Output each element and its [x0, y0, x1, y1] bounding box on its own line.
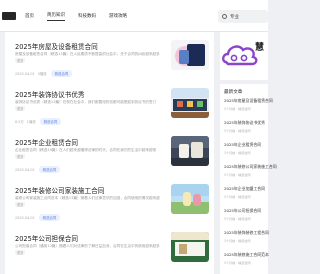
- sidebar-item-title[interactable]: 2025年装修公司家装施工合同: [224, 164, 277, 170]
- main-nav: 首页 简历知识 科技数码 游戏攻略: [25, 0, 140, 32]
- nav-item-resume[interactable]: 简历知识: [47, 12, 65, 21]
- sidebar-item-title[interactable]: 2025年装饰协议书优秀: [224, 120, 272, 126]
- sidebar-item-meta: 3个月前 · 精选合同: [224, 173, 251, 177]
- article-title[interactable]: 2025年企业租赁合同: [15, 137, 78, 147]
- sidebar-item[interactable]: 2025年装饰协议书优秀 3个月前 · 精选合同: [224, 120, 272, 133]
- sidebar-item[interactable]: 2025年装饰装修工程合同 3个月前 · 精选合同: [224, 230, 272, 243]
- article-views: 3播放: [37, 72, 47, 76]
- article-meta: 2025-04-01 精选合同: [15, 214, 61, 221]
- article-date: 8.5万: [15, 120, 24, 124]
- nav-item-tech[interactable]: 科技数码: [78, 13, 96, 19]
- article-card[interactable]: 2025年装饰协议书优秀 装饰协议书优秀（精选13篇）在现在社会中，我们都要用的…: [5, 80, 214, 128]
- article-tag[interactable]: 精选合同: [38, 166, 61, 173]
- article-title[interactable]: 2025年装修公司家装施工合同: [15, 185, 104, 195]
- article-tag[interactable]: 精选合同: [39, 118, 62, 125]
- sidebar-item-title[interactable]: 2025年企业租赁合同: [224, 142, 272, 148]
- article-card[interactable]: 2025年房屋及设备租赁合同 房屋及设备租赁合同（精选13篇）在人民素质不断提高…: [5, 32, 214, 80]
- sidebar-item[interactable]: 2025年房屋及设备租赁合同 3个月前 · 精选合同: [224, 98, 273, 111]
- article-tag[interactable]: 精选合同: [38, 214, 61, 221]
- article-title[interactable]: 2025年房屋及设备租赁合同: [15, 41, 98, 51]
- article-summary: 企业租赁合同（精选19篇）在人们越来越懂得法律的时代，合同在我们的生活中越来越常: [15, 148, 157, 152]
- sidebar-item-meta: 3个月前 · 精选合同: [224, 261, 251, 265]
- search-box[interactable]: 专业: [218, 10, 268, 23]
- article-views: 1播放: [26, 120, 36, 124]
- sidebar-item-title[interactable]: 2025年装饰装修工程合同: [224, 230, 272, 236]
- article-card[interactable]: 2025年企业租赁合同 企业租赁合同（精选19篇）在人们越来越懂得法律的时代，合…: [5, 128, 214, 176]
- sidebar-item-meta: 3个月前 · 精选合同: [224, 129, 251, 133]
- article-title[interactable]: 2025年装饰协议书优秀: [15, 89, 85, 99]
- more-chip[interactable]: 更多: [15, 202, 26, 207]
- sidebar-item-title[interactable]: 2025年房屋及设备租赁合同: [224, 98, 273, 104]
- sidebar-item-title[interactable]: 2025年企业加盟工合同: [224, 186, 272, 192]
- sidebar-item-title[interactable]: 2025年装修施工合同范本: [224, 252, 272, 258]
- article-thumbnail[interactable]: [171, 136, 209, 166]
- article-thumbnail[interactable]: [171, 184, 209, 214]
- article-meta: 2025-04-01 精选合同: [15, 166, 61, 173]
- article-meta: 8.5万 1播放 精选合同: [15, 118, 62, 125]
- nav-item-games[interactable]: 游戏攻略: [109, 13, 127, 19]
- article-tag[interactable]: 精选合同: [50, 70, 73, 77]
- article-summary: 装修公司家装施工合同范本（精选13篇）随着人们法律意识的加强，合同使用的情况越来…: [15, 196, 160, 200]
- sidebar-item[interactable]: 2025年装修施工合同范本 3个月前 · 精选合同: [224, 252, 272, 265]
- sidebar-title: 最新文章: [224, 90, 243, 95]
- article-date: 2025-04-01: [15, 215, 35, 220]
- article-summary: 公司担保合同（通用13篇）随着人们对法律的了解日益加深，合同在生活中的使用越来越…: [15, 244, 160, 248]
- sidebar-item[interactable]: 2025年企业租赁合同 3个月前 · 精选合同: [224, 142, 272, 155]
- more-chip[interactable]: 更多: [15, 250, 26, 255]
- sidebar-item[interactable]: 2025年装修公司家装施工合同 3个月前 · 精选合同: [224, 164, 277, 177]
- article-thumbnail[interactable]: [171, 232, 209, 262]
- more-chip[interactable]: 更多: [15, 58, 26, 63]
- more-chip[interactable]: 更多: [15, 106, 26, 111]
- article-title[interactable]: 2025年公司担保合同: [15, 233, 78, 243]
- site-logo[interactable]: [2, 12, 16, 20]
- article-date: 2025-04-01: [15, 167, 35, 172]
- article-summary: 装饰协议书优秀（精选13篇）在现在社会中，我们都要用的也都可能是能到协议书的签订: [15, 100, 157, 104]
- more-chip[interactable]: 更多: [15, 154, 26, 159]
- article-card[interactable]: 2025年公司担保合同 公司担保合同（通用13篇）随着人们对法律的了解日益加深，…: [5, 224, 214, 272]
- sidebar-item-meta: 3个月前 · 精选合同: [224, 239, 251, 243]
- article-thumbnail[interactable]: [171, 88, 209, 118]
- sidebar-item-meta: 3个月前 · 精选合同: [224, 195, 251, 199]
- sidebar-brand-card: 慧: [220, 32, 268, 80]
- article-date: 2025-04-01: [15, 71, 35, 76]
- latest-articles-panel: 最新文章 2025年房屋及设备租赁合同 3个月前 · 精选合同 2025年装饰协…: [220, 84, 277, 274]
- brand-text: 慧: [255, 43, 265, 53]
- search-icon: [222, 14, 227, 19]
- article-meta: 2025-04-01 3播放 精选合同: [15, 70, 73, 77]
- article-card[interactable]: 2025年装修公司家装施工合同 装修公司家装施工合同范本（精选13篇）随着人们法…: [5, 176, 214, 224]
- article-list: 2025年房屋及设备租赁合同 房屋及设备租赁合同（精选13篇）在人民素质不断提高…: [5, 32, 214, 274]
- article-thumbnail[interactable]: [171, 40, 209, 70]
- search-text: 专业: [230, 14, 239, 20]
- sidebar-item[interactable]: 2025年公司担保合同 3个月前 · 精选合同: [224, 208, 272, 221]
- sidebar-item-meta: 3个月前 · 精选合同: [224, 217, 251, 221]
- sidebar-item-meta: 3个月前 · 精选合同: [224, 107, 251, 111]
- sidebar-item-meta: 3个月前 · 精选合同: [224, 151, 251, 155]
- article-summary: 房屋及设备租赁合同（精选13篇）在人民素质不断提高的社会中，关于合同的纠纷越来越…: [15, 52, 160, 56]
- sidebar-item[interactable]: 2025年企业加盟工合同 3个月前 · 精选合同: [224, 186, 272, 199]
- nav-item-home[interactable]: 首页: [25, 13, 34, 19]
- sidebar-item-title[interactable]: 2025年公司担保合同: [224, 208, 272, 214]
- top-navbar: 首页 简历知识 科技数码 游戏攻略 专业: [0, 0, 268, 32]
